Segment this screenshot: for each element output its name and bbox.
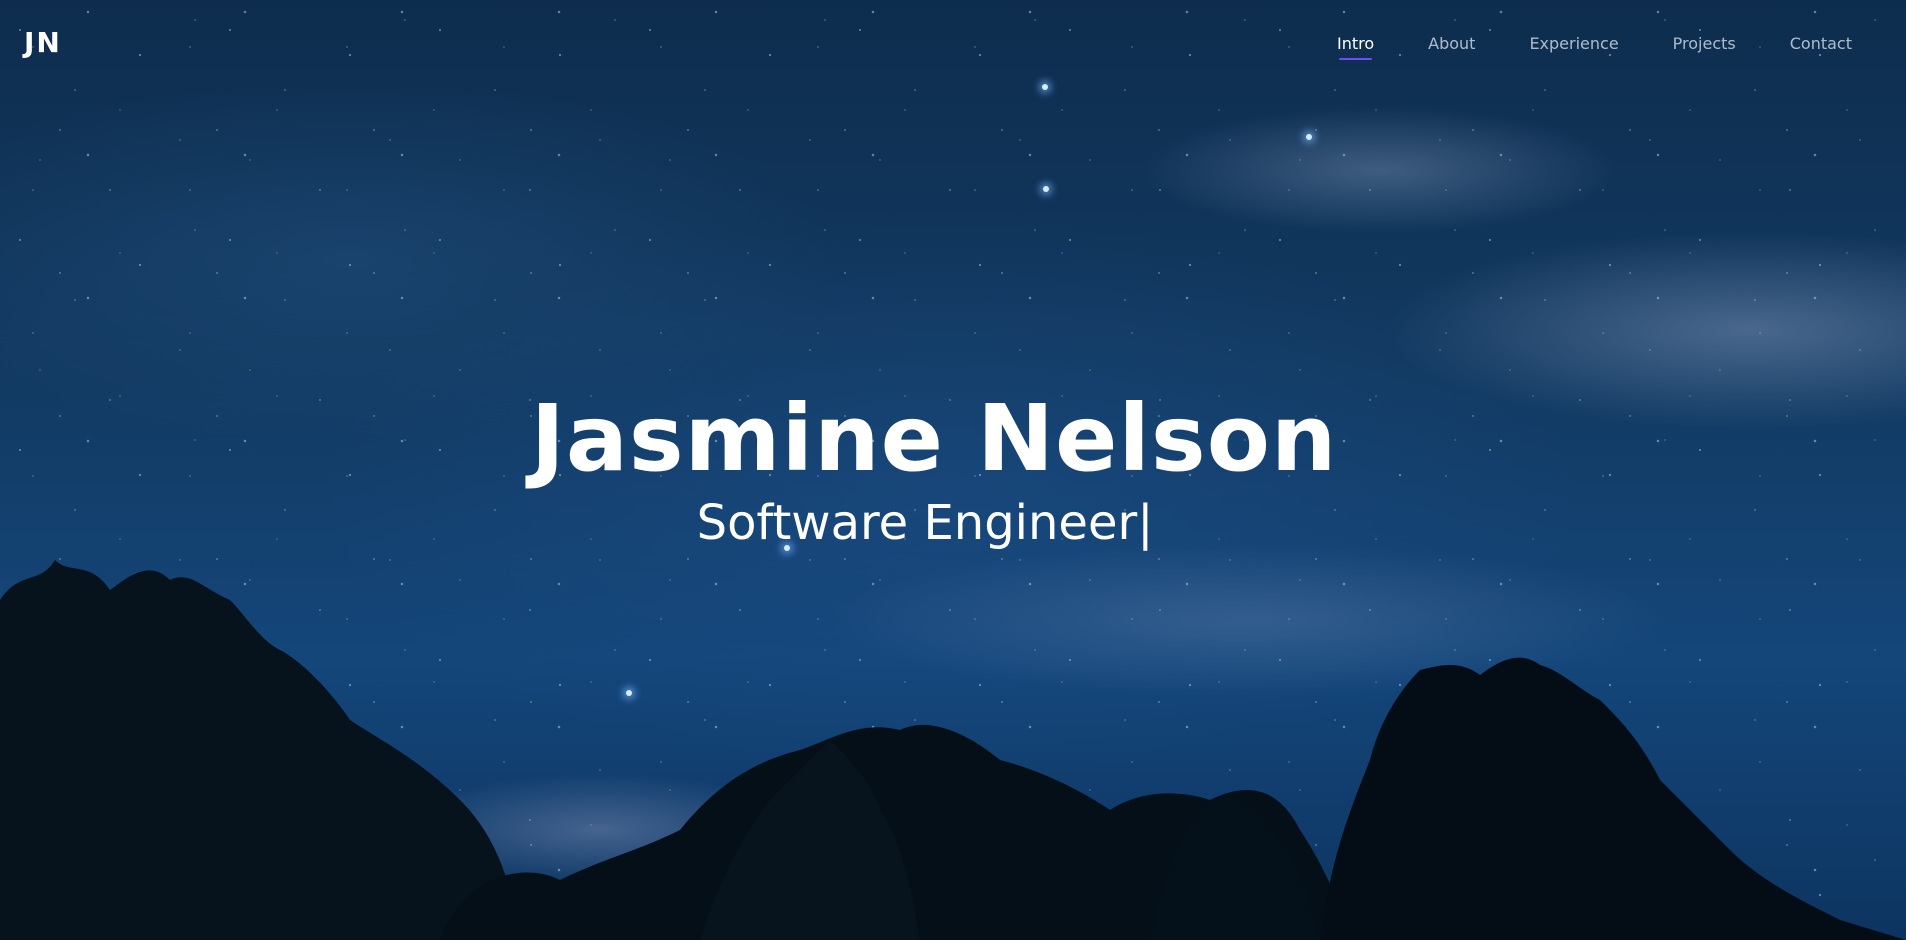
nav-experience[interactable]: Experience — [1529, 34, 1618, 53]
logo[interactable]: JN — [24, 26, 62, 59]
nav-about[interactable]: About — [1428, 34, 1475, 53]
nav-intro[interactable]: Intro — [1337, 34, 1374, 60]
nav-projects[interactable]: Projects — [1673, 34, 1736, 53]
hero-role-line: Software Engineer| — [0, 493, 1906, 553]
main-nav: Intro About Experience Projects Contact — [1337, 34, 1852, 60]
nav-contact[interactable]: Contact — [1790, 34, 1852, 53]
hero-name: Jasmine Nelson — [530, 385, 1338, 492]
hero-role: Software Engineer — [696, 495, 1138, 551]
typing-cursor: | — [1137, 495, 1154, 551]
hero-text: Jasmine Nelson Software Engineer| — [0, 385, 1906, 553]
